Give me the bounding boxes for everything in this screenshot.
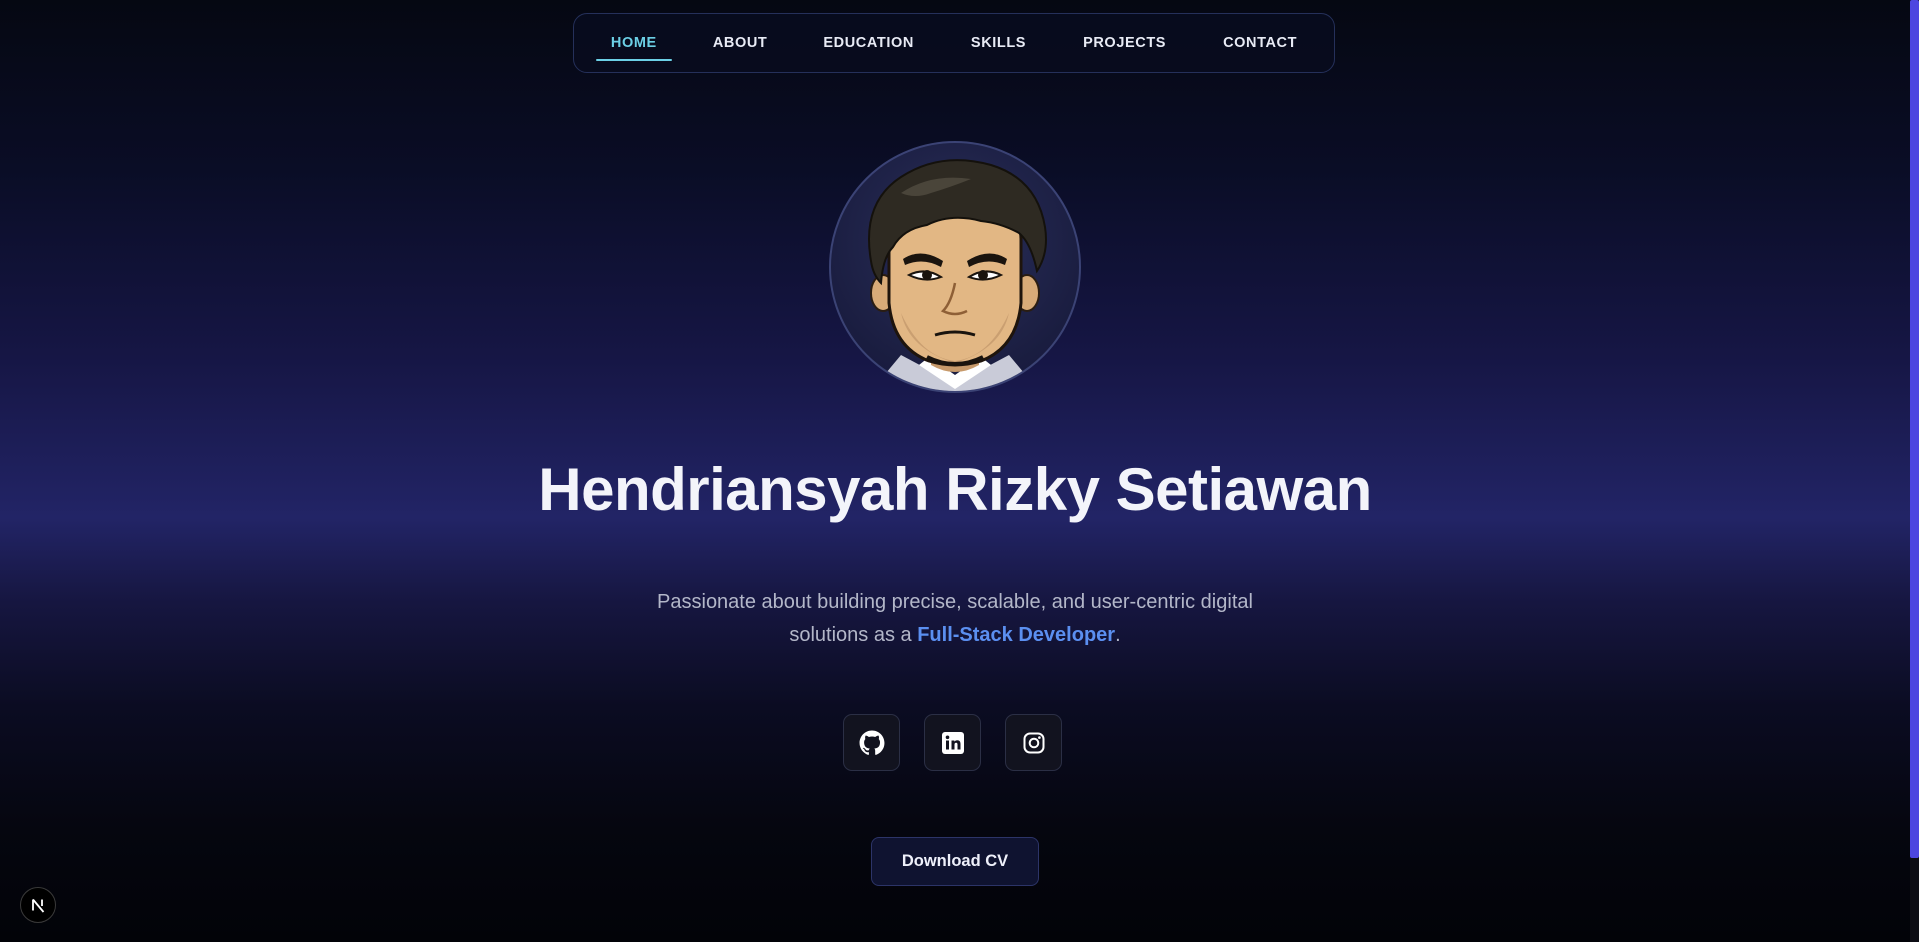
nav-item-home[interactable]: HOME: [595, 25, 672, 61]
hero-name: Hendriansyah Rizky Setiawan: [538, 456, 1372, 523]
scrollbar[interactable]: [1910, 0, 1919, 942]
hero-tagline: Passionate about building precise, scala…: [620, 586, 1290, 652]
scrollbar-thumb[interactable]: [1910, 0, 1919, 858]
linkedin-icon: [941, 731, 964, 754]
download-cv-button[interactable]: Download CV: [871, 837, 1039, 886]
tagline-role: Full-Stack Developer: [917, 624, 1116, 646]
avatar: [829, 141, 1081, 393]
instagram-icon: [1023, 732, 1044, 753]
tagline-period: .: [1115, 624, 1121, 646]
top-navigation: HOME ABOUT EDUCATION SKILLS PROJECTS CON…: [573, 13, 1335, 73]
linkedin-button[interactable]: [924, 714, 981, 771]
github-button[interactable]: [843, 714, 900, 771]
nav-item-skills[interactable]: SKILLS: [971, 25, 1026, 61]
nextjs-icon: [32, 898, 45, 913]
nav-item-education[interactable]: EDUCATION: [823, 25, 914, 61]
github-icon: [859, 730, 884, 755]
instagram-button[interactable]: [1005, 714, 1062, 771]
nav-item-contact[interactable]: CONTACT: [1223, 25, 1297, 61]
nextjs-dev-indicator[interactable]: [20, 887, 56, 923]
avatar-illustration: [868, 159, 1047, 391]
nav-item-about[interactable]: ABOUT: [713, 25, 768, 61]
nav-item-projects[interactable]: PROJECTS: [1083, 25, 1166, 61]
social-links: [843, 714, 1062, 771]
